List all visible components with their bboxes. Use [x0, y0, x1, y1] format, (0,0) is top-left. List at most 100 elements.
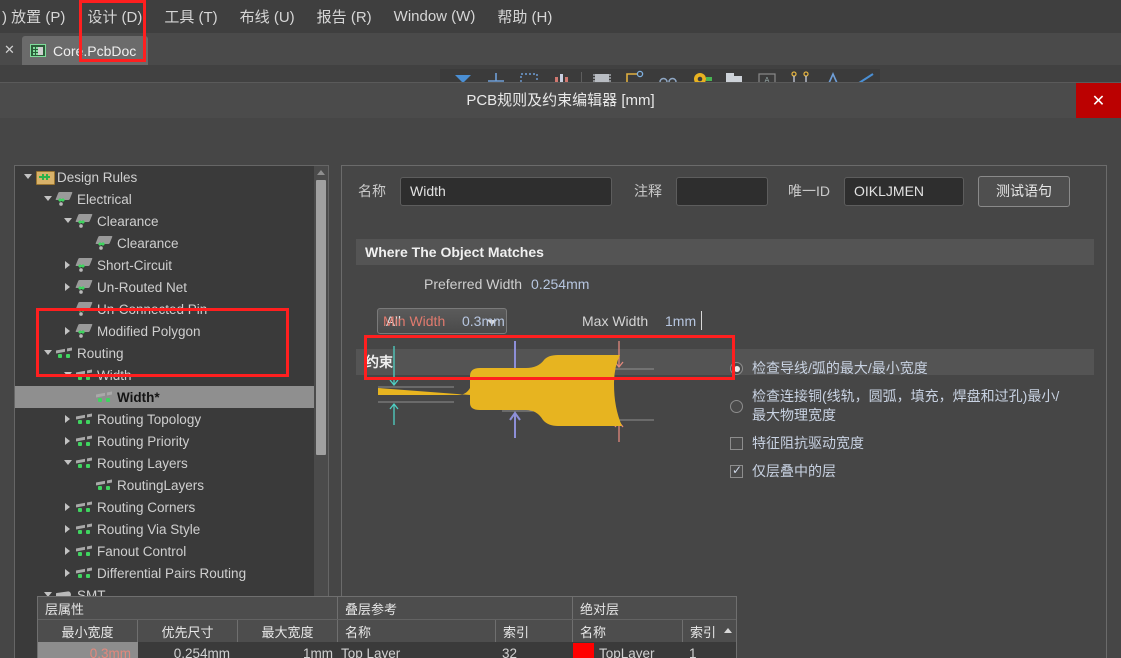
cell-absolute-index[interactable]: 1: [683, 642, 736, 658]
tree-item-label: RoutingLayers: [117, 477, 205, 493]
twisty-collapsed-icon[interactable]: [61, 276, 75, 298]
tree-item-fanout-control[interactable]: Fanout Control: [15, 540, 314, 562]
tree-item-clearance[interactable]: Clearance: [15, 210, 314, 232]
radio-check-track-arc-width-icon[interactable]: [730, 362, 743, 375]
test-query-button[interactable]: 测试语句: [978, 175, 1070, 207]
where-object-matches-header: Where The Object Matches: [356, 239, 1094, 265]
tree-item-un-routed-net[interactable]: Un-Routed Net: [15, 276, 314, 298]
twisty-collapsed-icon[interactable]: [61, 320, 75, 342]
column-header-stack-index[interactable]: 索引: [496, 620, 573, 642]
routing-rule-icon: [75, 564, 95, 582]
tree-item-routing-via-style[interactable]: Routing Via Style: [15, 518, 314, 540]
twisty-expanded-icon[interactable]: [21, 166, 35, 188]
tree-item-width[interactable]: Width: [15, 364, 314, 386]
option-label: 特征阻抗驱动宽度: [752, 435, 864, 451]
menu-design[interactable]: 设计 (D): [76, 2, 153, 31]
menu-route[interactable]: 布线 (U): [229, 2, 306, 31]
pcb-rules-dialog: PCB规则及约束编辑器 [mm] ✕ Design Rules Electrica…: [0, 82, 1121, 658]
tree-item-label: Un-Connected Pin: [97, 301, 208, 317]
menu-window[interactable]: Window (W): [383, 4, 487, 29]
layer-color-swatch: [573, 642, 594, 658]
twisty-collapsed-icon[interactable]: [61, 540, 75, 562]
cell-stack-layer-name[interactable]: Top Layer: [338, 642, 496, 658]
scroll-up-icon[interactable]: [317, 170, 325, 175]
tree-item-un-connected-pin[interactable]: Un-Connected Pin: [15, 298, 314, 320]
max-width-input[interactable]: 1mm: [665, 313, 696, 329]
tree-scrollbar[interactable]: [314, 166, 328, 658]
rule-comment-input[interactable]: [676, 176, 768, 206]
tree-item-routinglayers[interactable]: RoutingLayers: [15, 474, 314, 496]
routing-rule-icon: [95, 388, 115, 406]
tree-item-routing-corners[interactable]: Routing Corners: [15, 496, 314, 518]
twisty-collapsed-icon[interactable]: [61, 430, 75, 452]
column-header-max-width[interactable]: 最大宽度: [238, 620, 338, 642]
cell-stack-index[interactable]: 32: [496, 642, 573, 658]
twisty-collapsed-icon[interactable]: [61, 562, 75, 584]
scrollbar-thumb[interactable]: [316, 180, 326, 455]
layer-width-table[interactable]: 层属性 叠层参考 绝对层 最小宽度 优先尺寸 最大宽度 名称 索引 名称 索引: [37, 596, 737, 658]
option-check-connected-copper-width[interactable]: 检查连接铜(线轨，圆弧，填充，焊盘和过孔)最小/最大物理宽度: [730, 387, 1096, 425]
twisty-expanded-icon[interactable]: [41, 342, 55, 364]
twisty-expanded-icon[interactable]: [61, 364, 75, 386]
tree-item-routing-priority[interactable]: Routing Priority: [15, 430, 314, 452]
option-layers-in-stackup-only[interactable]: 仅层叠中的层: [730, 462, 1096, 481]
cell-max-width[interactable]: 1mm: [238, 642, 338, 658]
folder-icon: [35, 168, 55, 186]
twisty-collapsed-icon[interactable]: [61, 518, 75, 540]
menu-tools[interactable]: 工具 (T): [153, 2, 228, 31]
unique-id-input[interactable]: OIKLJMEN: [844, 176, 964, 206]
tree-item-modified-polygon[interactable]: Modified Polygon: [15, 320, 314, 342]
twisty-collapsed-icon[interactable]: [61, 496, 75, 518]
menu-help[interactable]: 帮助 (H): [486, 2, 563, 31]
tree-item-width[interactable]: Width*: [15, 386, 314, 408]
column-header-abs-name[interactable]: 名称: [573, 620, 683, 642]
document-tab-core-pcbdoc[interactable]: Core.PcbDoc: [22, 36, 149, 65]
tree-item-label: Design Rules: [57, 169, 138, 185]
rule-name-input[interactable]: Width: [400, 176, 612, 206]
twisty-expanded-icon[interactable]: [41, 188, 55, 210]
tree-item-routing-layers[interactable]: Routing Layers: [15, 452, 314, 474]
column-header-preferred-size[interactable]: 优先尺寸: [138, 620, 238, 642]
tree-item-routing[interactable]: Routing: [15, 342, 314, 364]
twisty-expanded-icon[interactable]: [61, 452, 75, 474]
tree-item-routing-topology[interactable]: Routing Topology: [15, 408, 314, 430]
cell-min-width[interactable]: 0.3mm: [38, 642, 138, 658]
tree-item-label: Routing: [77, 345, 124, 361]
radio-check-connected-copper-icon[interactable]: [730, 400, 743, 413]
routing-rule-icon: [75, 498, 95, 516]
checkbox-impedance-driven-icon[interactable]: [730, 437, 743, 450]
menu-place[interactable]: ) 放置 (P): [0, 2, 76, 31]
close-document-icon[interactable]: ✕: [4, 42, 15, 58]
tree-item-clearance[interactable]: Clearance: [15, 232, 314, 254]
tree-item-label: Electrical: [77, 191, 132, 207]
menu-reports[interactable]: 报告 (R): [306, 2, 383, 31]
column-header-min-width[interactable]: 最小宽度: [38, 620, 138, 642]
column-header-stack-name[interactable]: 名称: [338, 620, 496, 642]
cell-preferred-size[interactable]: 0.254mm: [138, 642, 238, 658]
table-row[interactable]: 0.3mm 0.254mm 1mm Top Layer 32 TopLayer 1: [38, 642, 736, 658]
option-check-track-arc-width[interactable]: 检查导线/弧的最大/最小宽度: [730, 359, 1096, 378]
option-impedance-driven-width[interactable]: 特征阻抗驱动宽度: [730, 434, 1096, 453]
tree-item-differential-pairs-routing[interactable]: Differential Pairs Routing: [15, 562, 314, 584]
checkbox-layers-in-stackup-icon[interactable]: [730, 463, 743, 478]
twisty-expanded-icon[interactable]: [61, 210, 75, 232]
dialog-titlebar: PCB规则及约束编辑器 [mm] ✕: [0, 83, 1121, 118]
design-rules-tree[interactable]: Design Rules Electrical Clearance Clearance…: [14, 165, 329, 658]
preferred-width-input[interactable]: 0.254mm: [531, 276, 589, 292]
tree-item-label: Un-Routed Net: [97, 279, 188, 295]
column-header-abs-index[interactable]: 索引: [683, 620, 736, 642]
tree-item-design-rules[interactable]: Design Rules: [15, 166, 314, 188]
tree-item-label: Width*: [117, 389, 160, 405]
cell-absolute-layer-name[interactable]: TopLayer: [573, 642, 683, 658]
twisty-collapsed-icon[interactable]: [61, 254, 75, 276]
sort-ascending-icon: [724, 628, 732, 633]
table-group-header-row: 层属性 叠层参考 绝对层: [38, 597, 736, 619]
tree-item-electrical[interactable]: Electrical: [15, 188, 314, 210]
tree-item-short-circuit[interactable]: Short-Circuit: [15, 254, 314, 276]
electrical-rule-icon: [55, 190, 75, 208]
dialog-close-button[interactable]: ✕: [1076, 83, 1121, 118]
twisty-collapsed-icon[interactable]: [61, 408, 75, 430]
min-width-input[interactable]: 0.3mm: [462, 313, 505, 329]
unique-id-label: 唯一ID: [788, 183, 830, 199]
